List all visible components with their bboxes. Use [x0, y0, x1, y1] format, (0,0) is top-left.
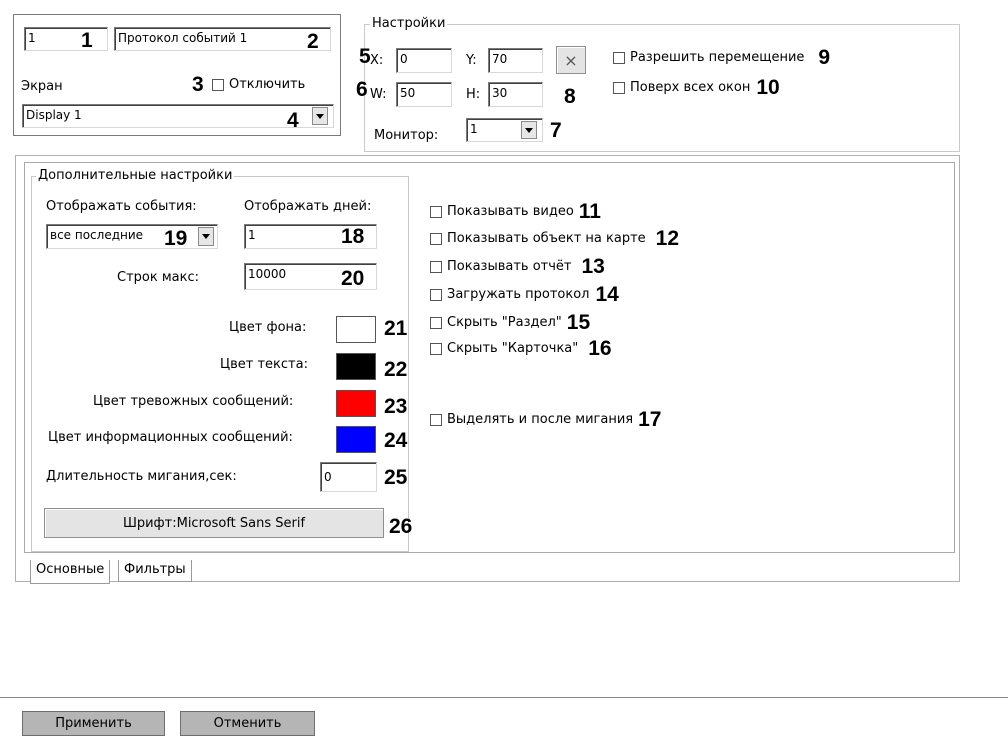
- allow-move-checkbox[interactable]: Разрешить перемещение 9: [613, 47, 830, 68]
- blink-duration-field[interactable]: 0: [320, 462, 377, 492]
- chevron-down-icon: [202, 234, 210, 239]
- x-field[interactable]: 0: [396, 48, 452, 73]
- hide-card-label: Скрыть "Карточка": [447, 341, 579, 356]
- show-days-label: Отображать дней:: [244, 199, 372, 214]
- callout-12: 12: [655, 227, 680, 250]
- hide-section-checkbox-box[interactable]: [430, 316, 442, 329]
- show-video-label: Показывать видео: [447, 204, 574, 219]
- font-button[interactable]: Шрифт:Microsoft Sans Serif: [44, 508, 384, 538]
- callout-7: 7: [550, 119, 562, 142]
- text-color-label: Цвет текста:: [220, 357, 308, 372]
- on-top-checkbox[interactable]: Поверх всех окон 10: [613, 77, 780, 98]
- callout-26: 26: [389, 515, 413, 538]
- disable-label: Отключить: [229, 77, 306, 92]
- object-name-field[interactable]: Протокол событий 1: [114, 27, 331, 51]
- on-top-checkbox-box[interactable]: [613, 81, 625, 94]
- monitor-dropdown-button[interactable]: [521, 121, 537, 139]
- cancel-button[interactable]: Отменить: [180, 711, 315, 736]
- max-rows-label: Строк макс:: [117, 270, 199, 285]
- callout-5: 5: [359, 45, 371, 68]
- callout-4: 4: [287, 109, 299, 132]
- callout-10: 10: [756, 76, 780, 99]
- callout-13: 13: [581, 255, 605, 278]
- show-report-checkbox[interactable]: Показывать отчёт 13: [430, 256, 605, 277]
- show-video-checkbox[interactable]: Показывать видео 11: [430, 201, 601, 222]
- bg-color-label: Цвет фона:: [229, 320, 307, 335]
- callout-20: 20: [341, 267, 365, 290]
- callout-18: 18: [341, 225, 365, 248]
- show-events-select[interactable]: все последние: [46, 224, 218, 249]
- show-report-checkbox-box[interactable]: [430, 260, 442, 273]
- display-dropdown-button[interactable]: [312, 107, 328, 125]
- allow-move-checkbox-box[interactable]: [613, 51, 625, 64]
- clear-position-button[interactable]: ×: [556, 46, 586, 74]
- callout-15: 15: [566, 311, 591, 334]
- bg-color-swatch[interactable]: [336, 316, 376, 343]
- highlight-after-blink-checkbox-box[interactable]: [430, 413, 442, 426]
- callout-3: 3: [192, 73, 204, 96]
- callout-11: 11: [578, 200, 601, 223]
- show-on-map-checkbox-box[interactable]: [430, 232, 442, 245]
- font-button-label: Шрифт:Microsoft Sans Serif: [122, 515, 306, 531]
- hide-section-label: Скрыть "Раздел": [447, 315, 562, 330]
- callout-16: 16: [588, 337, 612, 360]
- highlight-after-blink-label: Выделять и после мигания: [447, 412, 634, 427]
- callout-22: 22: [384, 358, 408, 381]
- footer-divider: [0, 697, 1008, 698]
- callout-19: 19: [164, 227, 188, 250]
- callout-1: 1: [81, 29, 93, 52]
- object-id-field[interactable]: 1: [24, 27, 108, 51]
- alarm-color-swatch[interactable]: [336, 390, 376, 417]
- callout-24: 24: [384, 429, 408, 452]
- callout-21: 21: [384, 317, 408, 340]
- show-on-map-label: Показывать объект на карте: [447, 231, 646, 246]
- hide-card-checkbox[interactable]: Скрыть "Карточка" 16: [430, 338, 612, 359]
- info-color-label: Цвет информационных сообщений:: [48, 430, 293, 445]
- tab-main[interactable]: Основные: [30, 560, 111, 584]
- w-label: W:: [370, 87, 387, 102]
- info-color-swatch[interactable]: [336, 426, 376, 453]
- x-label: X:: [370, 53, 384, 68]
- blink-duration-label: Длительность мигания,сек:: [46, 469, 237, 484]
- close-icon: ×: [564, 50, 578, 70]
- apply-button[interactable]: Применить: [22, 711, 165, 736]
- callout-2: 2: [307, 30, 319, 53]
- y-field[interactable]: 70: [488, 48, 543, 73]
- load-protocol-checkbox[interactable]: Загружать протокол 14: [430, 284, 619, 305]
- chevron-down-icon: [316, 113, 324, 119]
- callout-8: 8: [564, 85, 576, 108]
- h-label: H:: [466, 87, 481, 102]
- callout-23: 23: [384, 395, 408, 418]
- show-on-map-checkbox[interactable]: Показывать объект на карте 12: [430, 228, 679, 249]
- settings-title: Настройки: [370, 16, 448, 31]
- callout-9: 9: [818, 46, 831, 69]
- show-video-checkbox-box[interactable]: [430, 205, 442, 218]
- text-color-swatch[interactable]: [336, 353, 376, 380]
- monitor-label: Монитор:: [374, 128, 439, 143]
- chevron-down-icon: [525, 127, 533, 133]
- show-events-dropdown-button[interactable]: [198, 227, 214, 246]
- w-field[interactable]: 50: [396, 82, 452, 107]
- show-events-label: Отображать события:: [46, 199, 197, 214]
- show-report-label: Показывать отчёт: [447, 259, 572, 274]
- load-protocol-checkbox-box[interactable]: [430, 288, 442, 301]
- hide-section-checkbox[interactable]: Скрыть "Раздел" 15: [430, 312, 590, 333]
- highlight-after-blink-checkbox[interactable]: Выделять и после мигания 17: [430, 409, 661, 430]
- on-top-label: Поверх всех окон: [630, 80, 751, 95]
- disable-checkbox[interactable]: Отключить: [212, 77, 305, 92]
- alarm-color-label: Цвет тревожных сообщений:: [93, 394, 294, 409]
- disable-checkbox-box[interactable]: [212, 78, 224, 91]
- callout-6: 6: [356, 78, 368, 101]
- allow-move-label: Разрешить перемещение: [630, 50, 805, 65]
- callout-14: 14: [595, 283, 619, 306]
- screen-label: Экран: [21, 79, 63, 94]
- hide-card-checkbox-box[interactable]: [430, 342, 442, 355]
- h-field[interactable]: 30: [488, 82, 543, 107]
- callout-25: 25: [384, 466, 408, 489]
- callout-17: 17: [638, 408, 662, 431]
- y-label: Y:: [466, 53, 477, 68]
- advanced-settings-title: Дополнительные настройки: [36, 168, 235, 183]
- load-protocol-label: Загружать протокол: [447, 287, 590, 302]
- tab-filters[interactable]: Фильтры: [118, 560, 192, 582]
